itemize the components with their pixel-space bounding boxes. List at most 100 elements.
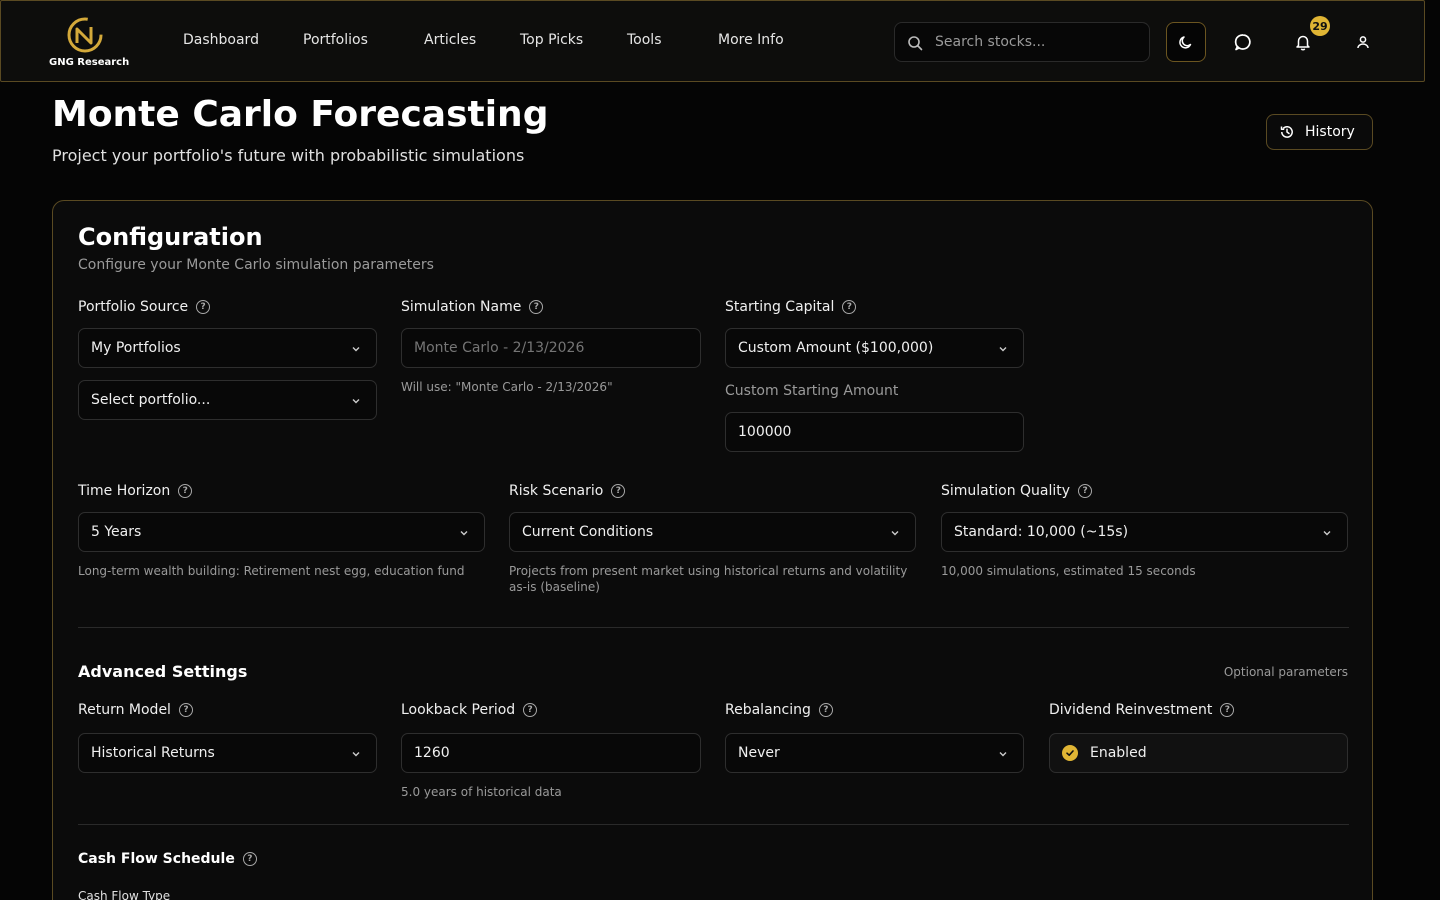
return-model-label: Return Model ? — [78, 702, 193, 718]
lookback-period-label-text: Lookback Period — [401, 702, 516, 718]
moon-icon — [1179, 36, 1192, 49]
theme-toggle-button[interactable] — [1166, 22, 1206, 62]
nav-more-info[interactable]: More Info — [718, 32, 784, 48]
starting-capital-label: Starting Capital ? — [725, 299, 857, 315]
chevron-down-icon — [999, 752, 1007, 757]
gng-logo-icon — [67, 17, 103, 53]
advanced-settings-title: Advanced Settings — [78, 662, 248, 681]
time-horizon-value: 5 Years — [91, 524, 142, 540]
nav-top-picks[interactable]: Top Picks — [520, 32, 583, 48]
profile-button[interactable] — [1343, 22, 1383, 62]
risk-scenario-select[interactable]: Current Conditions — [509, 512, 916, 552]
help-icon[interactable]: ? — [178, 484, 193, 498]
help-icon[interactable]: ? — [1078, 484, 1093, 498]
rebalancing-value: Never — [738, 745, 780, 761]
chevron-down-icon — [891, 531, 899, 536]
optional-parameters-label: Optional parameters — [1223, 665, 1348, 679]
risk-scenario-hint-line2: as-is (baseline) — [509, 580, 600, 594]
simulation-quality-select[interactable]: Standard: 10,000 (~15s) — [941, 512, 1348, 552]
help-icon[interactable]: ? — [529, 300, 544, 314]
portfolio-source-select[interactable]: My Portfolios — [78, 328, 377, 368]
page-title: Monte Carlo Forecasting — [52, 94, 549, 135]
help-icon[interactable]: ? — [818, 703, 833, 717]
time-horizon-hint: Long-term wealth building: Retirement ne… — [78, 564, 465, 578]
logo[interactable]: GNG Research — [49, 15, 129, 71]
chevron-down-icon — [352, 347, 360, 352]
starting-capital-value: Custom Amount ($100,000) — [738, 340, 934, 356]
rebalancing-select[interactable]: Never — [725, 733, 1024, 773]
nav-tools[interactable]: Tools — [627, 32, 662, 48]
simulation-name-label-text: Simulation Name — [401, 299, 522, 315]
starting-capital-label-text: Starting Capital — [725, 299, 835, 315]
lookback-period-field — [401, 733, 701, 773]
check-circle-icon — [1062, 745, 1078, 761]
configuration-title: Configuration — [78, 223, 263, 251]
help-icon[interactable]: ? — [242, 852, 257, 866]
help-icon[interactable]: ? — [842, 300, 857, 314]
search-input[interactable] — [935, 32, 1135, 52]
dividend-reinvestment-label-text: Dividend Reinvestment — [1049, 702, 1213, 718]
custom-starting-amount-input[interactable] — [738, 424, 995, 440]
return-model-value: Historical Returns — [91, 745, 215, 761]
help-icon[interactable]: ? — [1220, 703, 1235, 717]
history-label: History — [1305, 124, 1355, 140]
simulation-quality-label-text: Simulation Quality — [941, 483, 1071, 499]
portfolio-source-label: Portfolio Source ? — [78, 299, 211, 315]
section-divider — [78, 627, 1349, 628]
simulation-name-hint: Will use: "Monte Carlo - 2/13/2026" — [401, 380, 613, 394]
chat-button[interactable] — [1223, 22, 1263, 62]
rebalancing-label: Rebalancing ? — [725, 702, 833, 718]
chevron-down-icon — [352, 399, 360, 404]
dividend-reinvestment-toggle[interactable]: Enabled — [1049, 733, 1348, 773]
simulation-name-label: Simulation Name ? — [401, 299, 544, 315]
configuration-card: Configuration Configure your Monte Carlo… — [52, 200, 1373, 900]
portfolio-select[interactable]: Select portfolio... — [78, 380, 377, 420]
risk-scenario-label: Risk Scenario ? — [509, 483, 626, 499]
page-subtitle: Project your portfolio's future with pro… — [52, 146, 525, 165]
portfolio-select-value: Select portfolio... — [91, 392, 211, 408]
simulation-name-input[interactable] — [414, 340, 672, 356]
chevron-down-icon — [1323, 531, 1331, 536]
help-icon[interactable]: ? — [178, 703, 193, 717]
time-horizon-label-text: Time Horizon — [78, 483, 171, 499]
simulation-quality-value: Standard: 10,000 (~15s) — [954, 524, 1129, 540]
section-divider — [78, 824, 1349, 825]
custom-starting-amount-field — [725, 412, 1024, 452]
lookback-period-hint: 5.0 years of historical data — [401, 785, 562, 799]
help-icon[interactable]: ? — [523, 703, 538, 717]
configuration-subtitle: Configure your Monte Carlo simulation pa… — [78, 257, 434, 273]
simulation-name-field — [401, 328, 701, 368]
return-model-select[interactable]: Historical Returns — [78, 733, 377, 773]
notification-badge: 29 — [1310, 16, 1330, 36]
dividend-reinvestment-label: Dividend Reinvestment ? — [1049, 702, 1235, 718]
portfolio-source-label-text: Portfolio Source — [78, 299, 189, 315]
chevron-down-icon — [352, 752, 360, 757]
time-horizon-select[interactable]: 5 Years — [78, 512, 485, 552]
cash-flow-schedule-heading: Cash Flow Schedule ? — [78, 851, 257, 867]
risk-scenario-value: Current Conditions — [522, 524, 654, 540]
chevron-down-icon — [460, 531, 468, 536]
starting-capital-select[interactable]: Custom Amount ($100,000) — [725, 328, 1024, 368]
search-box — [894, 22, 1150, 62]
time-horizon-label: Time Horizon ? — [78, 483, 193, 499]
custom-starting-amount-label: Custom Starting Amount — [725, 383, 899, 399]
history-button[interactable]: History — [1266, 114, 1373, 150]
help-icon[interactable]: ? — [611, 484, 626, 498]
lookback-period-label: Lookback Period ? — [401, 702, 538, 718]
nav-portfolios[interactable]: Portfolios — [303, 32, 368, 48]
history-icon — [1280, 126, 1293, 138]
nav-articles[interactable]: Articles — [424, 32, 476, 48]
return-model-label-text: Return Model — [78, 702, 171, 718]
risk-scenario-hint-line1: Projects from present market using histo… — [509, 564, 908, 578]
chevron-down-icon — [999, 347, 1007, 352]
cash-flow-schedule-title: Cash Flow Schedule — [78, 851, 235, 867]
help-icon[interactable]: ? — [196, 300, 211, 314]
rebalancing-label-text: Rebalancing — [725, 702, 811, 718]
lookback-period-input[interactable] — [414, 745, 672, 761]
top-navbar: GNG Research Dashboard Portfolios Articl… — [0, 0, 1425, 82]
simulation-quality-hint: 10,000 simulations, estimated 15 seconds — [941, 564, 1196, 578]
nav-dashboard[interactable]: Dashboard — [183, 32, 259, 48]
user-icon — [1357, 36, 1369, 49]
search-icon — [908, 36, 923, 51]
chat-icon — [1234, 34, 1251, 51]
